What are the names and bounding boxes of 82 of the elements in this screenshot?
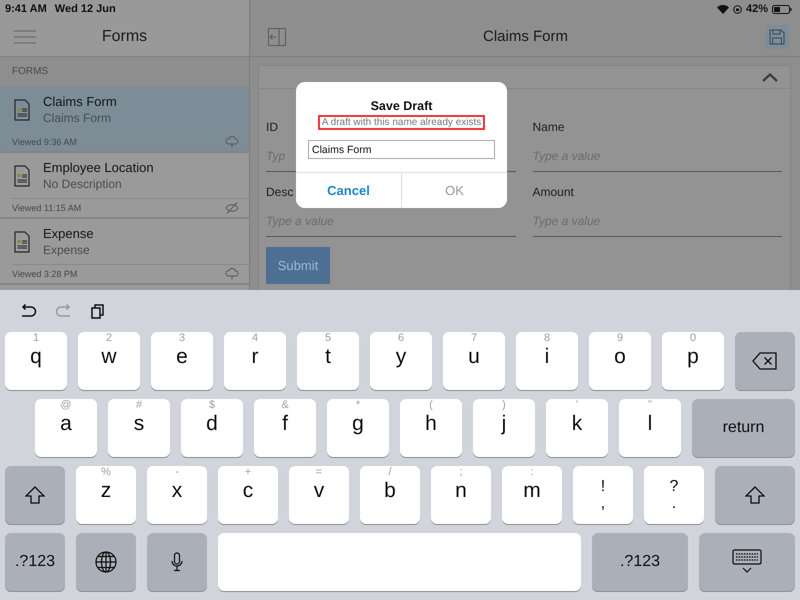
status-time: 9:41 AM: [5, 3, 47, 15]
field-label: Name: [532, 119, 565, 136]
letter-key[interactable]: % z: [76, 466, 136, 524]
viewed-time: Viewed 9:36 AM: [12, 137, 77, 147]
letter-key[interactable]: ; n: [431, 466, 491, 524]
letter-key[interactable]: ’ k: [546, 399, 608, 457]
redo-icon[interactable]: [55, 304, 73, 318]
letter-key[interactable]: # s: [108, 399, 170, 457]
delete-key[interactable]: [735, 332, 795, 390]
letter-key[interactable]: 8 i: [516, 332, 578, 390]
orientation-lock-icon: [732, 4, 742, 14]
document-icon: [14, 98, 30, 120]
shift-arrow-icon: [745, 486, 765, 504]
eye-slash-icon: [225, 202, 239, 214]
paste-icon[interactable]: [91, 304, 105, 318]
form-description: Expense: [43, 243, 91, 257]
keyboard-icon: [732, 549, 762, 575]
letter-key[interactable]: - x: [147, 466, 207, 524]
letter-key[interactable]: 6 y: [370, 332, 432, 390]
shift-key[interactable]: [5, 466, 65, 524]
shift-key[interactable]: [715, 466, 795, 524]
field-label: Desc: [266, 184, 294, 201]
chevron-up-icon[interactable]: [762, 72, 778, 82]
dialog-title: Save Draft: [370, 99, 432, 113]
letter-key[interactable]: + c: [218, 466, 278, 524]
letter-key[interactable]: 9 o: [589, 332, 651, 390]
viewed-time: Viewed 3:28 PM: [12, 269, 78, 279]
letter-key[interactable]: ) j: [473, 399, 535, 457]
letter-key[interactable]: $ d: [181, 399, 243, 457]
function-key[interactable]: return: [692, 399, 795, 457]
globe-icon: [95, 551, 117, 573]
microphone-icon: [171, 552, 183, 572]
menu-icon[interactable]: [14, 30, 36, 44]
form-description: Claims Form: [43, 111, 112, 125]
form-title: Employee Location: [43, 160, 154, 175]
letter-key[interactable]: : m: [502, 466, 562, 524]
battery-percentage: 42%: [746, 2, 768, 17]
punctuation-key[interactable]: ? .: [644, 466, 704, 524]
form-description: No Description: [43, 177, 123, 191]
letter-key[interactable]: ( h: [400, 399, 462, 457]
letter-key[interactable]: 3 e: [151, 332, 213, 390]
letter-key[interactable]: = v: [289, 466, 349, 524]
shift-arrow-icon: [25, 486, 45, 504]
backspace-icon: [752, 352, 778, 370]
battery-icon: [772, 4, 792, 14]
letter-key[interactable]: 1 q: [5, 332, 67, 390]
letter-key[interactable]: * g: [327, 399, 389, 457]
hide-keyboard-key[interactable]: [699, 533, 795, 591]
punctuation-key[interactable]: ! ,: [573, 466, 633, 524]
form-title: Claims Form: [43, 94, 117, 109]
letter-key[interactable]: / b: [360, 466, 420, 524]
letter-key[interactable]: 5 t: [297, 332, 359, 390]
letter-key[interactable]: & f: [254, 399, 316, 457]
function-key[interactable]: .?123: [5, 533, 65, 591]
wifi-icon: [716, 4, 729, 14]
dialog-message: A draft with this name already exists: [318, 115, 486, 130]
field-label: ID: [266, 119, 278, 136]
status-date: Wed 12 Jun: [54, 3, 116, 15]
cloud-icon: [225, 268, 239, 280]
letter-key[interactable]: 7 u: [443, 332, 505, 390]
document-icon: [14, 164, 30, 186]
letter-key[interactable]: @ a: [35, 399, 97, 457]
letter-key[interactable]: 2 w: [78, 332, 140, 390]
section-header: FORMS: [0, 57, 249, 87]
letter-key[interactable]: 0 p: [662, 332, 724, 390]
globe-key[interactable]: [76, 533, 136, 591]
document-icon: [14, 230, 30, 252]
form-title-heading: Claims Form: [483, 27, 568, 47]
collapse-sidebar-icon[interactable]: [268, 28, 286, 46]
field-label: Amount: [532, 184, 574, 201]
draft-name-field[interactable]: Claims Form: [308, 140, 495, 159]
save-button[interactable]: [765, 25, 789, 49]
viewed-time: Viewed 11:15 AM: [12, 203, 82, 213]
sidebar-title: Forms: [102, 28, 148, 46]
function-key[interactable]: .?123: [592, 533, 688, 591]
form-title: Expense: [43, 226, 94, 241]
form-list-item[interactable]: Claims Form Claims Form Viewed 9:36 AM: [0, 87, 249, 153]
letter-key[interactable]: ” l: [619, 399, 681, 457]
undo-icon[interactable]: [19, 304, 37, 318]
letter-key[interactable]: 4 r: [224, 332, 286, 390]
cloud-icon: [225, 136, 239, 148]
microphone-key[interactable]: [147, 533, 207, 591]
